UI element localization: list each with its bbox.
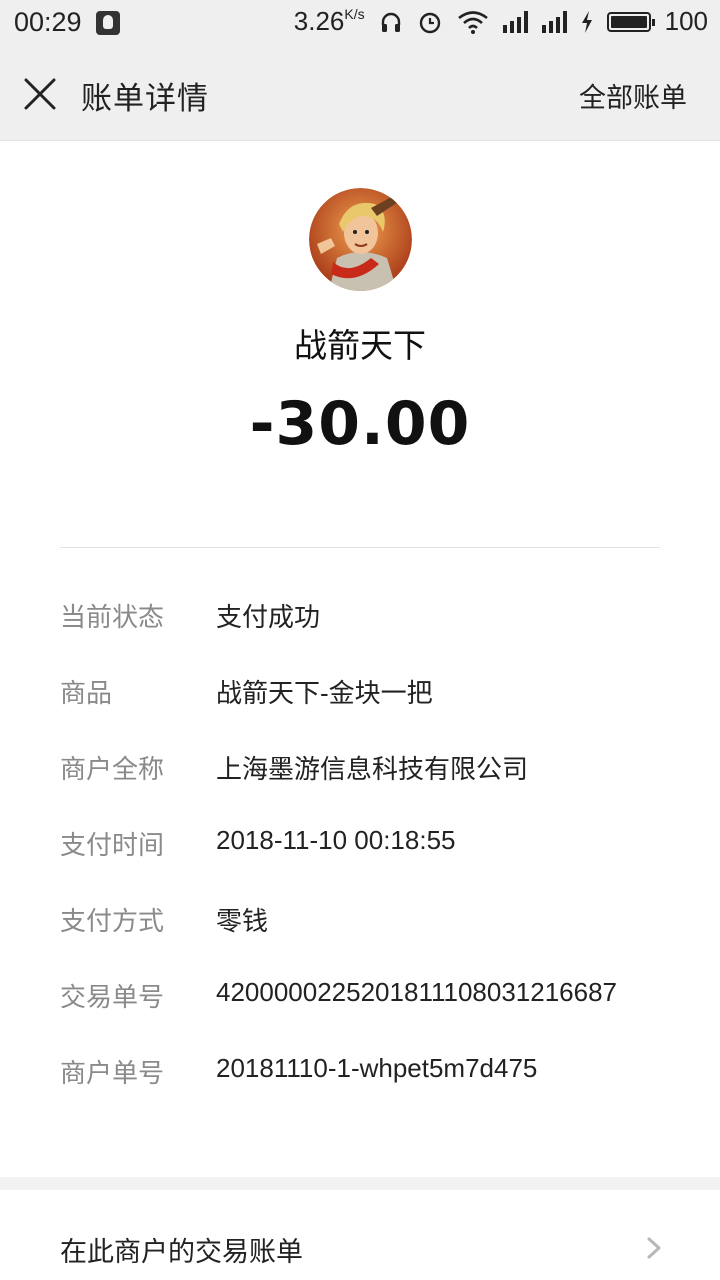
- signal-4g-icon: [541, 10, 567, 33]
- network-speed-unit: K/s: [344, 6, 365, 22]
- divider: [60, 547, 660, 548]
- detail-label: 商户全称: [60, 755, 165, 785]
- detail-label: 交易单号: [60, 983, 165, 1013]
- close-icon[interactable]: [18, 72, 62, 116]
- detail-label: 支付时间: [60, 831, 165, 861]
- status-bar: 00:29 3.26K/s 100: [0, 0, 720, 46]
- headset-icon: [381, 12, 400, 32]
- network-speed-value: 3.26: [293, 6, 345, 36]
- wifi-icon: [457, 10, 488, 34]
- detail-row-merchant-fullname: 商户全称 上海墨游信息科技有限公司: [60, 749, 700, 825]
- network-speed: 3.26K/s: [294, 6, 365, 37]
- detail-value[interactable]: 4200000225201811108031216687: [216, 977, 617, 1008]
- signal-icon: [502, 10, 528, 33]
- detail-label: 商户单号: [60, 1059, 165, 1089]
- bill-amount: -30.00: [249, 389, 471, 459]
- detail-row-payment-method: 支付方式 零钱: [60, 901, 700, 977]
- detail-row-payment-time: 支付时间 2018-11-10 00:18:55: [60, 825, 700, 901]
- merchant-bills-label: 在此商户的交易账单: [60, 1237, 303, 1268]
- page-title: 账单详情: [81, 81, 209, 117]
- detail-row-merchant-order-id: 商户单号 20181110-1-whpet5m7d475: [60, 1053, 700, 1129]
- charging-icon: [581, 10, 592, 33]
- merchant-bills-link[interactable]: 在此商户的交易账单: [0, 1190, 720, 1280]
- battery-level: 100: [664, 6, 708, 36]
- detail-label: 商品: [60, 679, 113, 709]
- battery-icon: [606, 11, 655, 32]
- alarm-icon: [419, 12, 440, 33]
- merchant-avatar: [309, 188, 412, 291]
- detail-value: 上海墨游信息科技有限公司: [216, 754, 529, 784]
- detail-row-status: 当前状态 支付成功: [60, 597, 700, 673]
- bill-detail-card: 战箭天下 -30.00 当前状态 支付成功 商品 战箭天下-金块一把 商户全称 …: [0, 141, 720, 1177]
- detail-value: 战箭天下-金块一把: [216, 678, 433, 708]
- detail-row-transaction-id: 交易单号 4200000225201811108031216687: [60, 977, 700, 1053]
- all-bills-link[interactable]: 全部账单: [579, 76, 687, 115]
- detail-row-product: 商品 战箭天下-金块一把: [60, 673, 700, 749]
- detail-value: 支付成功: [216, 602, 321, 632]
- merchant-name: 战箭天下: [294, 326, 426, 365]
- detail-value: 零钱: [216, 906, 269, 936]
- navigation-bar: 账单详情 全部账单: [0, 46, 720, 141]
- status-time: 00:29: [14, 7, 82, 37]
- bill-detail-list: 当前状态 支付成功 商品 战箭天下-金块一把 商户全称 上海墨游信息科技有限公司…: [60, 597, 700, 1129]
- detail-value: 2018-11-10 00:18:55: [216, 825, 456, 855]
- detail-label: 当前状态: [60, 603, 165, 633]
- detail-value[interactable]: 20181110-1-whpet5m7d475: [216, 1053, 537, 1084]
- detail-label: 支付方式: [60, 907, 165, 937]
- chevron-right-icon: [647, 1237, 661, 1259]
- qq-notification-icon: [95, 10, 120, 35]
